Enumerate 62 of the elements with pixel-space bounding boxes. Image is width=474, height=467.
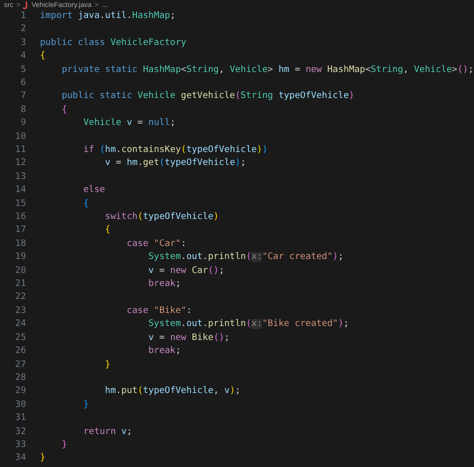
code-line: { bbox=[83, 198, 89, 211]
line-number: 15 bbox=[14, 198, 26, 211]
line-number: 32 bbox=[14, 426, 26, 439]
line-number: 20 bbox=[14, 264, 26, 278]
line-number: 31 bbox=[14, 412, 26, 426]
line-number: 19 bbox=[14, 251, 26, 264]
line-number: 4 bbox=[20, 50, 26, 64]
code-line: System.out.println(x:"Bike created"); bbox=[148, 318, 349, 332]
line-number: 26 bbox=[14, 345, 26, 358]
line-number: 27 bbox=[14, 358, 26, 372]
java-file-icon bbox=[23, 1, 28, 9]
code-line: private static HashMap<String, Vehicle> hm = new HashMap<String, Vehicle>(); bbox=[62, 64, 474, 77]
code-line: public class VehicleFactory bbox=[40, 36, 186, 50]
line-number: 21 bbox=[14, 278, 26, 292]
line-number: 5 bbox=[20, 64, 26, 77]
line-number: 16 bbox=[14, 211, 26, 224]
code-line: } bbox=[40, 452, 46, 466]
code-line: if (hm.containsKey(typeOfVehicle)) bbox=[83, 144, 268, 158]
line-number: 10 bbox=[14, 130, 26, 144]
code-line: else bbox=[83, 184, 106, 198]
code-line: } bbox=[83, 398, 89, 412]
line-number: 28 bbox=[14, 372, 26, 385]
code-line: System.out.println(x:"Car created"); bbox=[148, 251, 344, 264]
line-number: 2 bbox=[20, 23, 26, 36]
line-number: 12 bbox=[14, 157, 26, 170]
code-line: switch(typeOfVehicle) bbox=[105, 211, 219, 224]
code-line: break; bbox=[148, 278, 181, 292]
line-number: 13 bbox=[14, 170, 26, 184]
code-line: v = hm.get(typeOfVehicle); bbox=[105, 157, 246, 170]
line-number: 1 bbox=[20, 10, 26, 23]
code-line: { bbox=[105, 224, 110, 238]
line-number: 24 bbox=[14, 318, 26, 332]
code-line: v = new Car(); bbox=[148, 264, 224, 278]
code-line: } bbox=[62, 438, 68, 452]
code-line: case "Bike": bbox=[126, 304, 192, 318]
line-number: 25 bbox=[14, 332, 26, 345]
code-line: return v; bbox=[83, 426, 132, 439]
code-line: Vehicle v = null; bbox=[83, 117, 176, 130]
line-number: 34 bbox=[14, 452, 26, 466]
line-number: 3 bbox=[20, 36, 26, 50]
code-line: public static Vehicle getVehicle(String typeOfVehicle) bbox=[62, 90, 354, 104]
line-number: 23 bbox=[14, 304, 26, 318]
line-number: 9 bbox=[20, 117, 26, 130]
code-line: { bbox=[62, 104, 68, 117]
line-number: 30 bbox=[14, 398, 26, 412]
line-number: 14 bbox=[14, 184, 26, 198]
line-number: 6 bbox=[20, 76, 26, 90]
line-number: 29 bbox=[14, 385, 26, 398]
line-number: 8 bbox=[20, 104, 26, 117]
code-line: break; bbox=[148, 345, 181, 358]
line-number: 18 bbox=[14, 238, 26, 251]
line-number: 11 bbox=[14, 144, 26, 158]
line-number: 33 bbox=[14, 438, 26, 452]
line-number: 22 bbox=[14, 291, 26, 304]
code-line: } bbox=[105, 358, 110, 372]
line-number: 17 bbox=[14, 224, 26, 238]
code-line: import java.util.HashMap; bbox=[40, 10, 176, 23]
code-line: { bbox=[40, 50, 46, 64]
code-line: hm.put(typeOfVehicle, v); bbox=[105, 385, 241, 398]
code-line: case "Car": bbox=[126, 238, 186, 251]
line-number: 7 bbox=[20, 90, 26, 104]
code-line: v = new Bike(); bbox=[148, 332, 230, 345]
